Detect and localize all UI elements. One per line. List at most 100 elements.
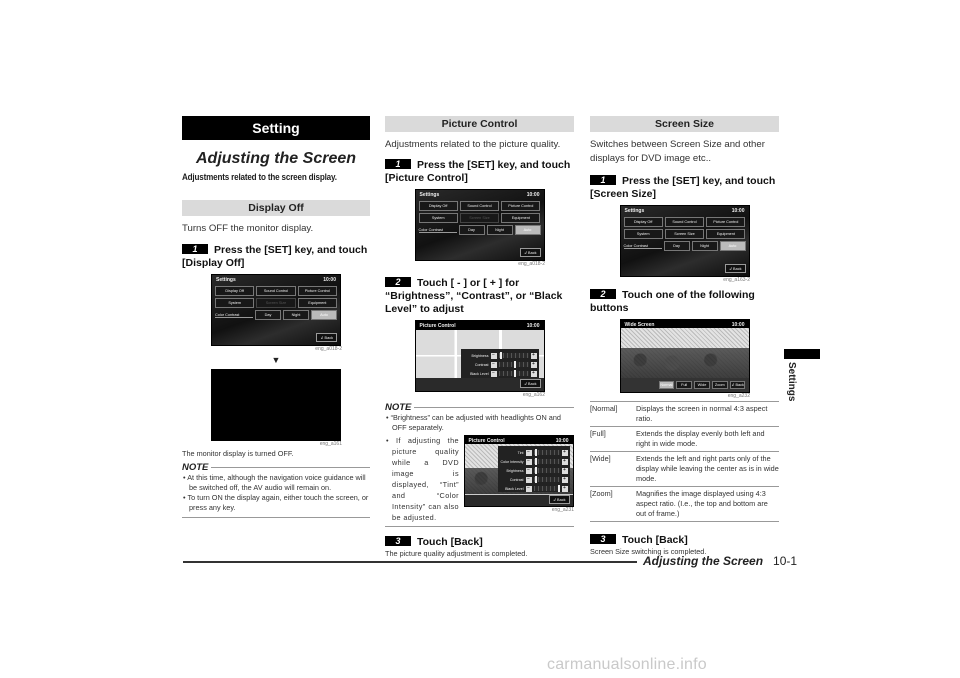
plus-button: + bbox=[561, 466, 568, 474]
screen-size-button: Screen Size bbox=[664, 229, 705, 239]
auto-button: Auto bbox=[311, 310, 337, 320]
step-2: 2 Touch [ - ] or [ + ] for “Brightness”, … bbox=[385, 277, 574, 316]
screen-mode-buttons: Normal Full Wide Zoom ↲ Back bbox=[658, 381, 746, 389]
chapter-tab-marker bbox=[784, 349, 820, 359]
intro-text: Turns OFF the monitor display. bbox=[182, 223, 314, 234]
color-contrast-label: Color Contrast bbox=[215, 313, 253, 318]
footer-title: Adjusting the Screen bbox=[643, 554, 764, 568]
slider-row: Black Level − + bbox=[463, 369, 537, 378]
system-button: System bbox=[623, 229, 663, 239]
screen-size-button: Screen Size bbox=[256, 298, 296, 308]
note-item: At this time, although the navigation vo… bbox=[182, 473, 370, 493]
wide-button: Wide bbox=[694, 381, 710, 389]
screen-size-button: Screen Size bbox=[459, 213, 500, 223]
slider-track bbox=[533, 458, 560, 465]
equipment-button: Equipment bbox=[501, 213, 541, 223]
equipment-button: Equipment bbox=[297, 298, 337, 308]
zoom-button: Zoom bbox=[711, 381, 728, 389]
sound-control-button: Sound Control bbox=[664, 217, 705, 227]
figure-caption: eng_a231 bbox=[551, 507, 574, 513]
slider-label: Brightness bbox=[506, 468, 524, 473]
step-text: Press the [SET] key, and touch [Picture … bbox=[385, 159, 571, 184]
mode-description: Magnifies the image displayed using 4:3 … bbox=[636, 486, 779, 522]
step-text: Touch [ - ] or [ + ] for “Brightness”, “… bbox=[385, 277, 563, 315]
mode-name: [Normal] bbox=[590, 401, 636, 427]
plus-button: + bbox=[530, 369, 537, 377]
note-heading: NOTE bbox=[385, 402, 574, 413]
screen-clock: 10:00 bbox=[526, 323, 540, 329]
note-label: NOTE bbox=[182, 462, 209, 473]
slider-row: Brightness − + bbox=[463, 351, 537, 360]
picture-control-button: Picture Control bbox=[297, 286, 337, 296]
day-button: Day bbox=[663, 241, 690, 251]
figure-caption: eng_a162 bbox=[522, 392, 545, 398]
page-footer: Adjusting the Screen 10-1 bbox=[643, 554, 797, 568]
mode-description: Extends the display evenly both left and… bbox=[636, 426, 779, 452]
night-button: Night bbox=[486, 225, 513, 235]
back-button: ↲ Back bbox=[519, 248, 541, 257]
step-1: 1 Press the [SET] key, and touch [Screen … bbox=[590, 175, 779, 201]
step-number: 3 bbox=[385, 536, 411, 546]
night-button: Night bbox=[691, 241, 718, 251]
slider-track bbox=[498, 352, 529, 359]
note-item: “Brightness” can be adjusted with headli… bbox=[385, 413, 574, 433]
step-number: 2 bbox=[590, 289, 616, 299]
mode-name: [Full] bbox=[590, 426, 636, 452]
slider-label: Contrast bbox=[474, 362, 489, 367]
step-number: 1 bbox=[590, 175, 616, 185]
slider-label: Color Intensity bbox=[500, 459, 524, 464]
picture-control-button: Picture Control bbox=[706, 217, 746, 227]
chapter-tab-label: Settings bbox=[786, 362, 797, 402]
slider-panel: Tint − + Color Intensity − + Brightness − + Contr… bbox=[497, 446, 570, 492]
equipment-button: Equipment bbox=[706, 229, 746, 239]
slider-label: Black Level bbox=[505, 486, 524, 491]
slider-label: Brightness bbox=[471, 353, 489, 358]
step-text: Press the [SET] key, and touch [Display … bbox=[182, 244, 368, 269]
slider-label: Contrast bbox=[509, 477, 524, 482]
minus-button: − bbox=[490, 351, 497, 359]
watermark: carmanualsonline.info bbox=[547, 656, 707, 673]
minus-button: − bbox=[525, 466, 532, 474]
note-item: To turn ON the display again, either tou… bbox=[182, 493, 370, 513]
table-row: [Normal] Displays the screen in normal 4:… bbox=[590, 401, 779, 427]
screen-title: Settings bbox=[624, 208, 645, 214]
result-text: The picture quality adjustment is comple… bbox=[385, 549, 528, 558]
back-button: ↲ Back bbox=[548, 495, 570, 504]
table-row: [Wide] Extends the left and right parts o… bbox=[590, 451, 779, 487]
wide-screen-figure: Wide Screen 10:00 Normal Full Wide Zoom … bbox=[619, 319, 750, 393]
screen-title: Picture Control bbox=[419, 323, 456, 329]
minus-button: − bbox=[490, 369, 497, 377]
chapter-bar: Setting bbox=[182, 116, 370, 140]
slider-row: Brightness − + bbox=[500, 466, 568, 475]
note-list: At this time, although the navigation vo… bbox=[182, 473, 370, 513]
picture-control-button: Picture Control bbox=[501, 201, 541, 211]
note-label: NOTE bbox=[385, 402, 412, 413]
slider-panel: Brightness − + Contrast − + Black Level − + bbox=[460, 349, 539, 380]
column-picture-control: Picture Control Adjustments related to t… bbox=[385, 116, 574, 559]
system-button: System bbox=[418, 213, 458, 223]
plus-button: + bbox=[561, 484, 568, 492]
step-number: 2 bbox=[385, 277, 411, 287]
note-item: If adjusting the picture quality while a… bbox=[385, 435, 459, 523]
display-off-button: Display Off bbox=[418, 201, 458, 211]
slider-knob bbox=[558, 485, 561, 492]
note-heading: NOTE bbox=[182, 462, 370, 473]
step-text: Press the [SET] key, and touch [Screen S… bbox=[590, 175, 776, 200]
divider bbox=[414, 407, 574, 408]
picture-control-figure: Picture Control 10:00 Brightness − + Contra… bbox=[414, 320, 545, 392]
system-button: System bbox=[215, 298, 255, 308]
screen-title: Settings bbox=[419, 192, 440, 198]
back-button: ↲ Back bbox=[729, 381, 746, 389]
column-screen-size: Screen Size Switches between Screen Size… bbox=[590, 116, 779, 557]
night-button: Night bbox=[283, 310, 309, 320]
step-1: 1 Press the [SET] key, and touch [Picture… bbox=[385, 159, 574, 185]
slider-track bbox=[533, 467, 560, 474]
back-button: ↲ Back bbox=[519, 379, 541, 388]
minus-button: − bbox=[525, 475, 532, 483]
back-button: ↲ Back bbox=[724, 264, 746, 273]
normal-button: Normal bbox=[658, 381, 675, 389]
auto-button: Auto bbox=[514, 225, 541, 235]
section-display-off: Display Off bbox=[182, 200, 370, 216]
table-row: [Zoom] Magnifies the image displayed usin… bbox=[590, 486, 779, 522]
slider-track bbox=[533, 485, 561, 492]
